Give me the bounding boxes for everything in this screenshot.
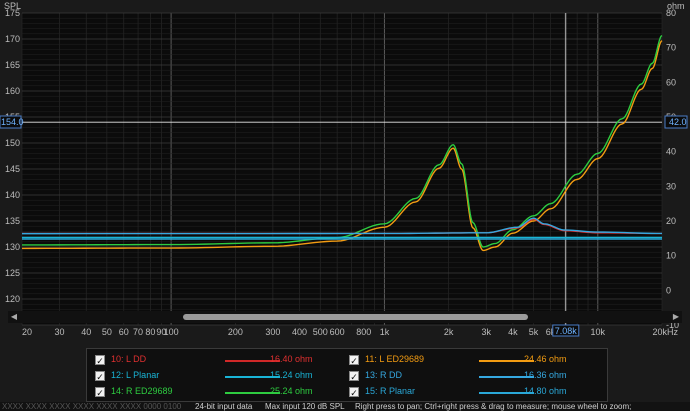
status-bit-depth: 24-bit input data	[195, 402, 253, 411]
x-tick-label: 50	[102, 327, 112, 337]
y-tick-label-left: 165	[5, 60, 20, 70]
y-tick-label-right: 30	[666, 181, 676, 191]
legend-label: 12: L Planar	[111, 370, 160, 380]
scroll-left-icon[interactable]: ◀	[8, 311, 20, 323]
x-tick-label: 20	[22, 327, 32, 337]
y-tick-label-left: 145	[5, 164, 20, 174]
legend-label: 10: L DD	[111, 354, 147, 364]
legend-item[interactable]: ✓ 11: L ED29689 24.46 ohm	[349, 352, 599, 368]
y-tick-label-left: 130	[5, 242, 20, 252]
x-tick-label: 3k	[481, 327, 491, 337]
checkbox[interactable]: ✓	[95, 355, 105, 366]
x-tick-label: 30	[55, 327, 65, 337]
status-hint: Right press to pan; Ctrl+right press & d…	[355, 402, 632, 411]
legend-value: 15.24 ohm	[270, 370, 313, 380]
y-tick-label-right: 60	[666, 77, 676, 87]
x-tick-label: 60	[119, 327, 129, 337]
x-tick-label: 100	[164, 327, 179, 337]
legend-label: 13: R DD	[365, 370, 403, 380]
legend-value: 25.24 ohm	[270, 386, 313, 396]
y-tick-label-left: 140	[5, 190, 20, 200]
x-tick-label: 200	[228, 327, 243, 337]
y-tick-label-left: 150	[5, 138, 20, 148]
y-tick-label-right: 40	[666, 147, 676, 157]
legend-value: 16.36 ohm	[524, 370, 567, 380]
scroll-right-icon[interactable]: ▶	[670, 311, 682, 323]
x-tick-label: 80	[145, 327, 155, 337]
y-tick-label-right: 20	[666, 216, 676, 226]
legend-item[interactable]: ✓ 10: L DD 16.40 ohm	[95, 352, 345, 368]
horizontal-scrollbar[interactable]: ◀ ▶	[8, 311, 682, 323]
x-tick-label: 400	[292, 327, 307, 337]
x-tick-label: 5k	[529, 327, 539, 337]
cursor-spl-readout: 154.0	[1, 117, 24, 127]
checkbox[interactable]: ✓	[349, 355, 359, 366]
y-tick-label-left: 170	[5, 34, 20, 44]
y-tick-label-left: 125	[5, 268, 20, 278]
y-tick-label-right: 70	[666, 43, 676, 53]
legend-label: 14: R ED29689	[111, 386, 173, 396]
legend-panel: ✓ 10: L DD 16.40 ohm ✓ 11: L ED29689 24.…	[86, 348, 608, 402]
legend-value: 24.46 ohm	[524, 354, 567, 364]
x-tick-label: 1k	[380, 327, 390, 337]
legend-item[interactable]: ✓ 13: R DD 16.36 ohm	[349, 368, 599, 384]
checkbox[interactable]: ✓	[349, 371, 359, 382]
x-tick-label: 4k	[508, 327, 518, 337]
x-tick-label: 2k	[444, 327, 454, 337]
status-bar: XXXX XXXX XXXX XXXX XXXX XXXX 0000 0100 …	[0, 402, 690, 411]
y-axis-right-label: ohm	[667, 1, 685, 11]
checkbox[interactable]: ✓	[349, 387, 359, 398]
x-tick-label: 300	[265, 327, 280, 337]
legend-label: 15: R Planar	[365, 386, 416, 396]
status-input-bits: XXXX XXXX XXXX XXXX XXXX XXXX 0000 0100	[2, 402, 182, 411]
legend-row: ✓ 14: R ED29689 25.24 ohm ✓ 15: R Planar…	[87, 384, 607, 400]
y-tick-label-left: 135	[5, 216, 20, 226]
y-tick-label-left: 120	[5, 294, 20, 304]
cursor-freq-readout: 7.08k	[555, 326, 578, 336]
checkbox[interactable]: ✓	[95, 371, 105, 382]
y-tick-label-left: 160	[5, 86, 20, 96]
legend-value: 14.80 ohm	[524, 386, 567, 396]
legend-row: ✓ 10: L DD 16.40 ohm ✓ 11: L ED29689 24.…	[87, 352, 607, 368]
legend-item[interactable]: ✓ 12: L Planar 15.24 ohm	[95, 368, 345, 384]
checkbox[interactable]: ✓	[95, 387, 105, 398]
x-tick-label: 800	[356, 327, 371, 337]
status-max-input: Max input 120 dB SPL	[265, 402, 345, 411]
x-tick-label: 10k	[591, 327, 606, 337]
x-tick-label: 500	[313, 327, 328, 337]
legend-label: 11: L ED29689	[365, 354, 425, 364]
cursor-ohm-readout: 42.0	[669, 117, 687, 127]
y-tick-label-right: 10	[666, 251, 676, 261]
legend-row: ✓ 12: L Planar 15.24 ohm ✓ 13: R DD 16.3…	[87, 368, 607, 384]
x-tick-label: 40	[81, 327, 91, 337]
legend-value: 16.40 ohm	[270, 354, 313, 364]
frequency-response-plot[interactable]: 20 30 40 50 60 70 80 90100 200 300 400 500 600 800 1k 2…	[0, 0, 690, 340]
legend-item[interactable]: ✓ 15: R Planar 14.80 ohm	[349, 384, 599, 400]
scrollbar-thumb[interactable]	[183, 314, 528, 320]
x-tick-label: 70	[133, 327, 143, 337]
legend-item[interactable]: ✓ 14: R ED29689 25.24 ohm	[95, 384, 345, 400]
x-tick-label: 600	[330, 327, 345, 337]
y-axis-left-label: SPL	[4, 1, 21, 11]
y-tick-label-right: 0	[666, 285, 671, 295]
